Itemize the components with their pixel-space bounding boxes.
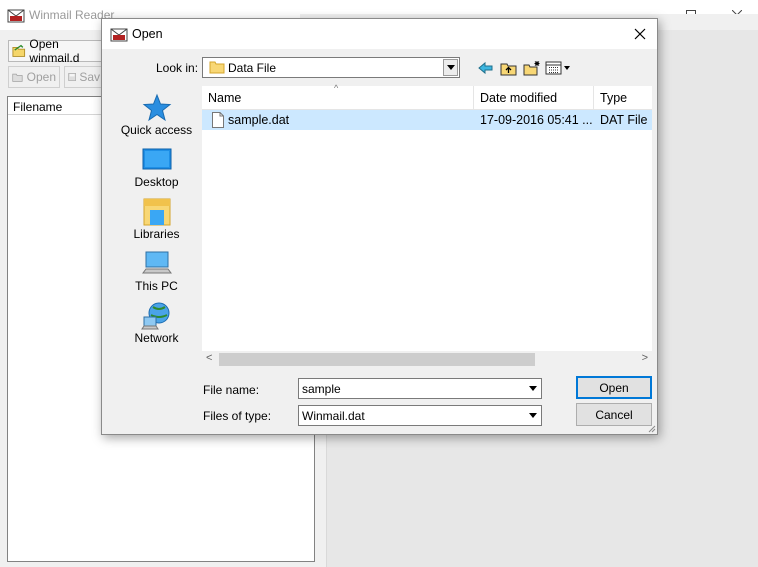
file-name-combo[interactable]: sample (298, 378, 542, 399)
files-of-type-dropdown[interactable]: Winmail.dat (298, 405, 542, 426)
horizontal-scrollbar[interactable]: < > (202, 351, 652, 368)
dialog-close-button[interactable] (623, 19, 657, 49)
file-date-cell: 17-09-2016 05:41 ... (480, 113, 593, 127)
place-label: Quick access (120, 123, 193, 137)
file-name-input[interactable]: sample (302, 382, 341, 396)
folder-icon (209, 61, 225, 74)
column-header-date[interactable]: Date modified (474, 86, 594, 110)
network-icon (140, 302, 169, 330)
scroll-right-icon[interactable]: > (642, 352, 648, 364)
sort-ascending-icon: ^ (334, 83, 339, 93)
star-icon (142, 93, 171, 122)
open-icon (12, 73, 23, 82)
file-name-cell: sample.dat (228, 113, 290, 127)
open-button-disabled[interactable]: Open (8, 66, 60, 88)
files-of-type-arrow[interactable] (525, 407, 540, 424)
back-button[interactable] (478, 59, 494, 77)
open-winmail-label: Open winmail.d (29, 37, 80, 65)
view-menu-icon (545, 61, 570, 75)
open-folder-icon (12, 44, 26, 57)
file-name-dropdown-arrow[interactable] (525, 380, 540, 397)
chevron-down-icon (528, 386, 537, 391)
files-of-type-value: Winmail.dat (302, 409, 365, 423)
column-header-row: ^ Name Date modified Type (202, 83, 652, 110)
column-type-label: Type (600, 91, 628, 105)
new-folder-icon (523, 61, 540, 76)
resize-grip-icon[interactable] (646, 423, 656, 433)
cancel-button[interactable]: Cancel (576, 403, 652, 426)
scrollbar-thumb[interactable] (219, 353, 535, 366)
place-desktop[interactable]: Desktop (114, 145, 199, 197)
dialog-titlebar: Open (102, 19, 657, 49)
save-icon (68, 73, 77, 81)
place-label: This PC (135, 279, 178, 293)
file-type-cell: DAT File (600, 113, 648, 127)
open-button[interactable]: Open (576, 376, 652, 399)
column-header-type[interactable]: Type (594, 86, 652, 110)
open-winmail-button[interactable]: Open winmail.d (8, 37, 108, 65)
up-folder-button[interactable] (500, 59, 518, 77)
file-row[interactable]: sample.dat 17-09-2016 05:41 ... DAT File (202, 110, 652, 130)
files-of-type-label: Files of type: (203, 409, 272, 423)
view-menu-button[interactable] (545, 59, 571, 77)
dialog-app-icon (110, 28, 128, 42)
file-icon (212, 112, 224, 128)
file-name-label: File name: (203, 383, 260, 397)
save-button-disabled[interactable]: Sav (64, 66, 104, 88)
back-arrow-icon (478, 61, 493, 75)
scroll-left-icon[interactable]: < (206, 352, 212, 364)
place-libraries[interactable]: Libraries (114, 197, 199, 249)
close-icon (634, 28, 646, 40)
chevron-down-icon (528, 413, 537, 418)
place-label: Libraries (133, 227, 180, 241)
place-label: Desktop (134, 175, 179, 189)
place-label: Network (134, 331, 179, 345)
app-logo-icon (7, 9, 25, 23)
open-label: Open (26, 70, 56, 84)
libraries-icon (143, 198, 170, 226)
dialog-title: Open (132, 27, 163, 41)
look-in-dropdown-arrow[interactable] (443, 59, 458, 76)
look-in-label: Look in: (156, 61, 199, 75)
column-header-name[interactable]: ^ Name (202, 83, 474, 110)
file-list-pane[interactable]: ^ Name Date modified Type sample.dat 17-… (202, 83, 652, 368)
place-quick-access[interactable]: Quick access (114, 93, 199, 145)
look-in-dropdown[interactable]: Data File (202, 57, 460, 78)
column-date-label: Date modified (480, 91, 558, 105)
column-name-label: Name (208, 91, 242, 105)
open-file-dialog: Open Look in: Data File Quick access Des… (101, 18, 658, 435)
place-network[interactable]: Network (114, 301, 199, 353)
save-label: Sav (79, 70, 100, 84)
desktop-icon (142, 148, 171, 170)
chevron-down-icon (446, 65, 455, 70)
up-folder-icon (500, 63, 517, 75)
place-this-pc[interactable]: This PC (114, 249, 199, 301)
look-in-value: Data File (228, 61, 277, 75)
computer-icon (141, 251, 172, 274)
places-sidebar: Quick access Desktop Libraries This PC N… (114, 87, 199, 367)
new-folder-button[interactable] (523, 59, 541, 77)
